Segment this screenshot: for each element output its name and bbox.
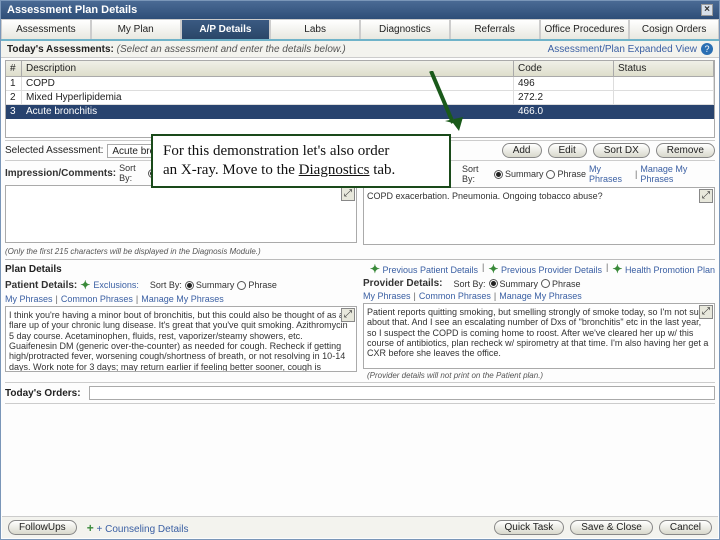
diffdx-my-phrases-link[interactable]: My Phrases <box>589 164 632 184</box>
expand-icon[interactable]: ⤢ <box>699 305 713 319</box>
prev-patient-details-link[interactable]: ✦ Previous Patient Details <box>370 262 478 276</box>
patient-details-label: Patient Details: <box>5 280 77 291</box>
patient-common-phrases-link[interactable]: Common Phrases <box>61 294 133 304</box>
tab-my-plan[interactable]: My Plan <box>91 19 181 39</box>
window-title: Assessment Plan Details <box>7 4 137 16</box>
provider-my-phrases-link[interactable]: My Phrases <box>363 291 411 301</box>
table-row[interactable]: 2 Mixed Hyperlipidemia 272.2 <box>6 91 714 105</box>
plan-details-heading: Plan Details <box>5 264 62 275</box>
provider-sort-summary[interactable]: Summary <box>489 279 539 289</box>
provider-sort-phrase[interactable]: Phrase <box>541 279 581 289</box>
tab-assessments[interactable]: Assessments <box>1 19 91 39</box>
tab-cosign-orders[interactable]: Cosign Orders <box>629 19 719 39</box>
table-row[interactable]: 1 COPD 496 <box>6 77 714 91</box>
todays-orders-field[interactable] <box>89 386 715 400</box>
tab-diagnostics[interactable]: Diagnostics <box>360 19 450 39</box>
add-button[interactable]: Add <box>502 143 542 158</box>
assessments-header-bar: Today's Assessments: (Select an assessme… <box>1 41 719 58</box>
patient-details-textarea[interactable]: I think you're having a minor bout of br… <box>5 306 357 372</box>
expand-icon[interactable]: ⤢ <box>341 308 355 322</box>
patient-sort-phrase[interactable]: Phrase <box>237 280 277 290</box>
provider-details-textarea[interactable]: Patient reports quitting smoking, but sm… <box>363 303 715 369</box>
impression-label: Impression/Comments: <box>5 168 116 179</box>
health-promotion-link[interactable]: ✦ Health Promotion Plan <box>612 262 715 276</box>
impression-textarea[interactable]: ⤢ <box>5 185 357 243</box>
annotation-callout: For this demonstration let's also order … <box>151 134 451 188</box>
divider <box>5 259 715 260</box>
todays-orders-row: Today's Orders: <box>5 382 715 404</box>
expanded-view-link[interactable]: Assessment/Plan Expanded View <box>548 44 697 55</box>
tab-labs[interactable]: Labs <box>270 19 360 39</box>
assessments-grid: # Description Code Status 1 COPD 496 2 M… <box>5 60 715 138</box>
bottom-toolbar: FollowUps + + Counseling Details Quick T… <box>2 516 718 538</box>
annotation-arrow <box>411 71 471 141</box>
edit-button[interactable]: Edit <box>548 143 587 158</box>
col-status[interactable]: Status <box>614 61 714 76</box>
diffdx-manage-phrases-link[interactable]: Manage My Phrases <box>640 164 715 184</box>
grid-header: # Description Code Status <box>6 61 714 77</box>
provider-details-label: Provider Details: <box>363 278 442 289</box>
patient-my-phrases-link[interactable]: My Phrases <box>5 294 53 304</box>
provider-footnote: (Provider details will not print on the … <box>363 371 715 380</box>
col-code[interactable]: Code <box>514 61 614 76</box>
diffdx-sort-phrase[interactable]: Phrase <box>546 169 586 179</box>
help-icon[interactable]: ? <box>701 43 713 55</box>
close-icon[interactable]: × <box>701 4 713 16</box>
provider-common-phrases-link[interactable]: Common Phrases <box>419 291 491 301</box>
tab-strip: Assessments My Plan A/P Details Labs Dia… <box>1 19 719 41</box>
titlebar: Assessment Plan Details × <box>1 1 719 19</box>
todays-orders-label: Today's Orders: <box>5 388 81 399</box>
col-num[interactable]: # <box>6 61 22 76</box>
diagnosis-char-limit-note: (Only the first 215 characters will be d… <box>1 247 719 256</box>
remove-button[interactable]: Remove <box>656 143 715 158</box>
diffdx-sort-summary[interactable]: Summary <box>494 169 544 179</box>
provider-manage-phrases-link[interactable]: Manage My Phrases <box>499 291 582 301</box>
expand-icon[interactable]: ⤢ <box>699 189 713 203</box>
exclusions-link[interactable]: Exclusions: <box>93 280 139 290</box>
diffdx-textarea[interactable]: COPD exacerbation. Pneumonia. Ongoing to… <box>363 187 715 245</box>
prev-provider-details-link[interactable]: ✦ Previous Provider Details <box>488 262 602 276</box>
followups-button[interactable]: FollowUps <box>8 520 77 535</box>
tab-referrals[interactable]: Referrals <box>450 19 540 39</box>
tab-ap-details[interactable]: A/P Details <box>181 19 271 39</box>
patient-manage-phrases-link[interactable]: Manage My Phrases <box>141 294 224 304</box>
counseling-details-link[interactable]: + + Counseling Details <box>87 521 189 535</box>
todays-assessments-hint: (Select an assessment and enter the deta… <box>117 44 346 55</box>
patient-sort-summary[interactable]: Summary <box>185 280 235 290</box>
sort-dx-button[interactable]: Sort DX <box>593 143 650 158</box>
cancel-button[interactable]: Cancel <box>659 520 712 535</box>
quick-task-button[interactable]: Quick Task <box>494 520 565 535</box>
tab-office-procedures[interactable]: Office Procedures <box>540 19 630 39</box>
selected-assessment-label: Selected Assessment: <box>5 145 103 156</box>
expand-icon[interactable]: ⤢ <box>341 187 355 201</box>
save-close-button[interactable]: Save & Close <box>570 520 653 535</box>
table-row-selected[interactable]: 3 Acute bronchitis 466.0 <box>6 105 714 119</box>
todays-assessments-label: Today's Assessments: <box>7 44 114 55</box>
